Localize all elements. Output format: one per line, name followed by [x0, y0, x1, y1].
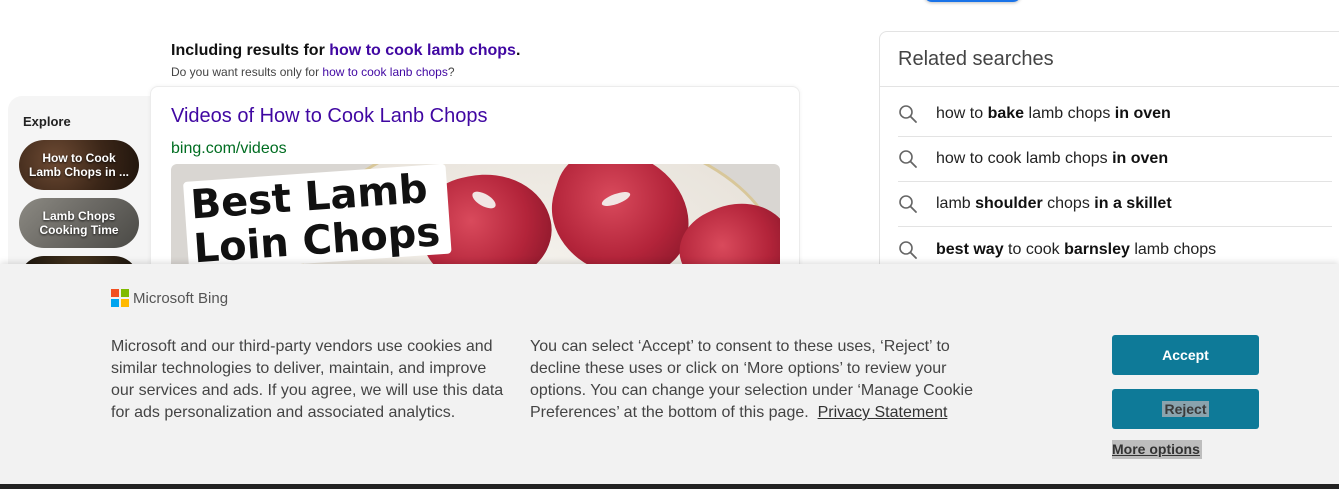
explore-sidebar: Explore How to Cook Lamb Chops in ... La… [8, 96, 158, 306]
brand-name: Microsoft Bing [133, 289, 229, 307]
privacy-statement-link[interactable]: Privacy Statement [818, 404, 948, 421]
logo-square [111, 289, 119, 297]
video-result-title[interactable]: Videos of How to Cook Lanb Chops [171, 105, 488, 128]
including-results-line: Including results for how to cook lamb c… [171, 42, 520, 60]
related-search-bold: best way [936, 240, 1004, 258]
including-prefix: Including results for [171, 42, 325, 59]
related-search-plain: lamb [936, 195, 976, 212]
explore-item-label: How to Cook Lamb Chops in ... [29, 151, 130, 179]
related-search-text: how to bake lamb chops in oven [936, 105, 1171, 123]
related-search-bold: in oven [1114, 105, 1171, 122]
related-search-bold: in a skillet [1094, 195, 1172, 212]
related-search-plain: lamb chops [1129, 240, 1217, 258]
more-options-link[interactable]: More options [1112, 440, 1202, 459]
cookie-consent-banner: Microsoft Bing Microsoft and our third-p… [0, 264, 1339, 484]
did-you-mean-line: Do you want results only for how to cook… [171, 65, 455, 79]
search-icon [898, 149, 918, 169]
related-search-text: lamb shoulder chops in a skillet [936, 195, 1172, 213]
bottom-bar [0, 484, 1339, 489]
related-search-bold: bake [987, 105, 1025, 122]
reject-button-label: Reject [1162, 401, 1209, 417]
related-search-plain: chops [1042, 195, 1095, 212]
related-search-plain: how to [936, 105, 988, 122]
video-result-url: bing.com/videos [171, 140, 287, 157]
related-searches-panel: Related searches how to bake lamb chops … [879, 31, 1339, 291]
microsoft-logo-icon [111, 289, 129, 307]
microsoft-bing-logo: Microsoft Bing [111, 289, 228, 307]
search-icon [898, 104, 918, 124]
including-suffix: . [515, 42, 521, 59]
thumbnail-caption: Best Lamb Loin Chops [183, 164, 452, 272]
related-search-bold: barnsley [1064, 240, 1130, 258]
explore-item-cooking-time[interactable]: Lamb Chops Cooking Time [19, 198, 139, 248]
original-query-link[interactable]: how to cook lanb chops [322, 65, 447, 79]
logo-square [121, 299, 129, 307]
video-result-card: Videos of How to Cook Lanb Chops bing.co… [150, 86, 800, 286]
related-search-bold: in oven [1112, 150, 1169, 167]
related-search-plain: to cook [1003, 240, 1065, 258]
related-search-text: best way to cook barnsley lamb chops [936, 241, 1216, 259]
accept-button[interactable]: Accept [1112, 335, 1259, 375]
related-search-text: how to cook lamb chops in oven [936, 150, 1168, 168]
divider [880, 86, 1339, 87]
logo-square [111, 299, 119, 307]
accept-button-label: Accept [1162, 347, 1209, 363]
related-search-plain: lamb chops [1024, 105, 1115, 122]
including-query-link[interactable]: how to cook lamb chops [329, 42, 516, 59]
cookie-description: Microsoft and our third-party vendors us… [111, 338, 504, 421]
related-search-item[interactable]: lamb shoulder chops in a skillet [898, 182, 1332, 227]
search-icon [898, 194, 918, 214]
related-search-bold: shoulder [975, 195, 1043, 212]
reject-button[interactable]: Reject [1112, 389, 1259, 429]
related-search-item[interactable]: how to bake lamb chops in oven [898, 92, 1332, 137]
video-thumbnail[interactable]: Best Lamb Loin Chops [171, 164, 780, 274]
did-you-prefix: Do you want results only for [171, 65, 320, 79]
related-searches-title: Related searches [898, 48, 1054, 70]
explore-item-cook-lamb-chops[interactable]: How to Cook Lamb Chops in ... [19, 140, 139, 190]
cookie-choices-description: You can select ‘Accept’ to consent to th… [530, 336, 990, 424]
search-icon [898, 240, 918, 260]
did-you-suffix: ? [447, 65, 455, 79]
related-search-item[interactable]: how to cook lamb chops in oven [898, 137, 1332, 182]
top-button-edge[interactable] [924, 0, 1021, 2]
logo-square [121, 289, 129, 297]
related-search-plain: how to cook lamb chops [936, 150, 1113, 167]
explore-title: Explore [23, 114, 71, 129]
explore-item-label: Lamb Chops Cooking Time [39, 209, 119, 237]
